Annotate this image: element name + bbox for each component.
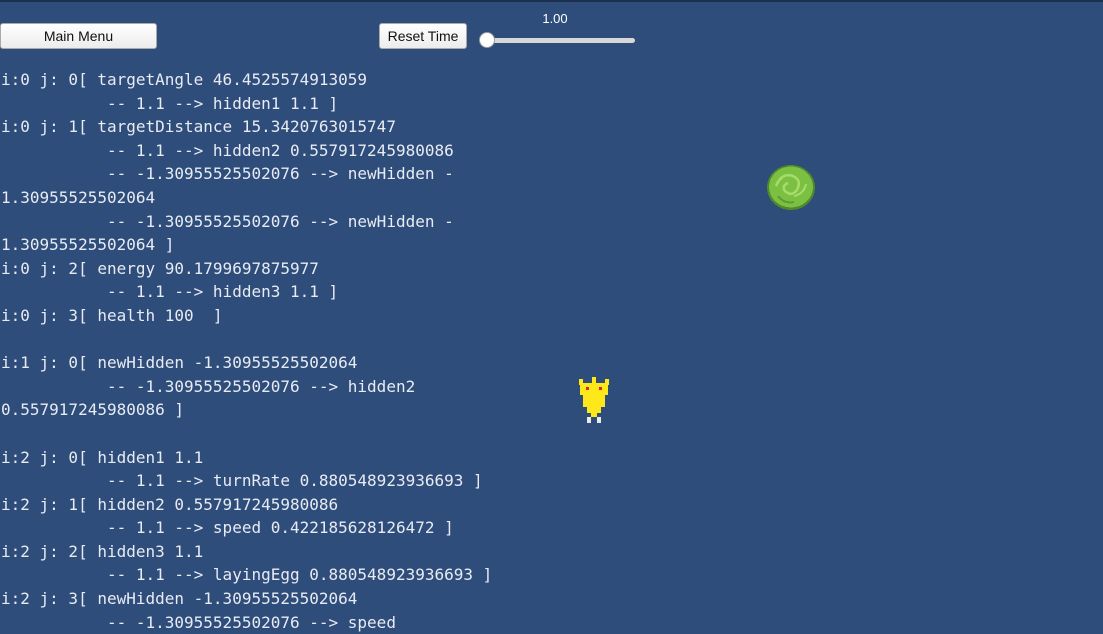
log-line: i:0 j: 2[ energy 90.1799697875977 — [1, 258, 319, 278]
log-line: i:2 j: 2[ hidden3 1.1 — [1, 541, 204, 561]
log-line: i:2 j: 3[ newHidden -1.30955525502064 — [1, 589, 358, 609]
time-scale-slider[interactable] — [479, 31, 635, 51]
log-line: -- 1.1 --> speed 0.422185628126472 ] — [1, 518, 454, 538]
log-line: i:0 j: 1[ targetDistance 15.342076301574… — [1, 117, 396, 137]
log-line: -- 1.1 --> layingEgg 0.880548923936693 ] — [1, 565, 493, 585]
log-line: -- -1.30955525502076 --> hidden2 — [1, 376, 416, 396]
network-debug-log: i:0 j: 0[ targetAngle 46.4525574913059 -… — [1, 68, 621, 634]
log-line: -- -1.30955525502076 --> speed — [1, 612, 396, 632]
log-line: -- 1.1 --> hidden1 1.1 ] — [1, 93, 339, 113]
log-line: -- 1.1 --> hidden3 1.1 ] — [1, 282, 339, 302]
yellow-creature-icon — [579, 377, 609, 423]
log-line: i:0 j: 0[ targetAngle 46.4525574913059 — [1, 70, 368, 89]
main-menu-button[interactable]: Main Menu — [0, 23, 157, 49]
log-line: -- 1.1 --> hidden2 0.557917245980086 — [1, 140, 454, 160]
log-line: -- -1.30955525502076 --> newHidden - — [1, 164, 454, 184]
slider-track[interactable] — [483, 38, 635, 43]
log-line: -- 1.1 --> turnRate 0.880548923936693 ] — [1, 471, 483, 491]
log-line: 0.557917245980086 ] — [1, 400, 185, 420]
log-line: 1.30955525502064 — [1, 187, 156, 207]
log-line: i:2 j: 1[ hidden2 0.557917245980086 — [1, 494, 339, 514]
log-line: -- -1.30955525502076 --> newHidden - — [1, 211, 454, 231]
top-border — [0, 0, 1103, 2]
slider-thumb[interactable] — [479, 32, 495, 48]
log-line: i:2 j: 0[ hidden1 1.1 — [1, 447, 204, 467]
time-scale-value: 1.00 — [542, 11, 568, 26]
log-line: i:1 j: 0[ newHidden -1.30955525502064 — [1, 353, 358, 373]
log-line: i:0 j: 3[ health 100 ] — [1, 305, 223, 325]
food-plant-icon — [767, 165, 815, 210]
reset-time-button[interactable]: Reset Time — [379, 23, 467, 49]
log-line: 1.30955525502064 ] — [1, 235, 175, 255]
